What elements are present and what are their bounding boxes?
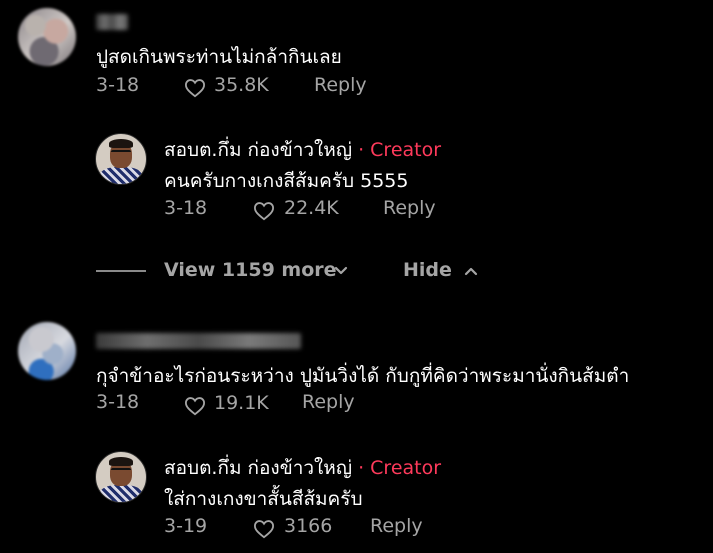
reply-button[interactable]: Reply — [383, 197, 436, 219]
heart-outline-icon[interactable] — [184, 78, 206, 98]
heart-outline-icon[interactable] — [253, 519, 275, 539]
view-more-replies-button[interactable]: View 1159 more — [164, 259, 337, 281]
comment-text: ปูสดเกินพระท่านไม่กล้ากินเลย — [96, 46, 342, 68]
creator-name-line: สอบต.กึ่ม ก่องข้าวใหญ่ · Creator — [164, 135, 441, 165]
creator-name-line: สอบต.กึ่ม ก่องข้าวใหญ่ · Creator — [164, 453, 441, 483]
view-more-label: View 1159 more — [164, 259, 337, 281]
hide-label: Hide — [403, 259, 452, 281]
like-count: 35.8K — [214, 74, 269, 96]
comment-text: กุจำข้าอะไรก่อนระหว่าง ปูมันวิ่งได้ กับก… — [96, 365, 630, 387]
heart-outline-icon[interactable] — [253, 201, 275, 221]
creator-username[interactable]: สอบต.กึ่ม ก่องข้าวใหญ่ — [164, 457, 352, 479]
hide-replies-button[interactable]: Hide — [403, 259, 452, 281]
creator-avatar[interactable] — [95, 133, 147, 185]
heart-outline-icon[interactable] — [184, 396, 206, 416]
reply-text: คนครับกางเกงสีส้มครับ 5555 — [164, 170, 409, 192]
commenter-username-redacted[interactable] — [96, 333, 301, 349]
commenter-avatar[interactable] — [18, 322, 76, 380]
reply-text: ใส่กางเกงขาสั้นสีส้มครับ — [164, 488, 363, 510]
chevron-up-icon[interactable] — [463, 264, 479, 278]
reply-button[interactable]: Reply — [370, 515, 423, 537]
creator-avatar[interactable] — [95, 451, 147, 503]
commenter-avatar[interactable] — [18, 8, 76, 66]
reply-date: 3-18 — [164, 197, 208, 219]
comment-date: 3-18 — [96, 74, 140, 96]
like-count: 19.1K — [214, 392, 269, 414]
creator-username[interactable]: สอบต.กึ่ม ก่องข้าวใหญ่ — [164, 139, 352, 161]
reply-button[interactable]: Reply — [302, 391, 355, 413]
creator-badge: · Creator — [358, 139, 442, 161]
reply-date: 3-19 — [164, 515, 208, 537]
reply-like-count: 22.4K — [284, 197, 339, 219]
comment-date: 3-18 — [96, 391, 140, 413]
creator-badge: · Creator — [358, 457, 442, 479]
commenter-username-redacted[interactable] — [96, 14, 128, 30]
reply-like-count: 3166 — [284, 515, 333, 537]
thread-divider-line — [96, 270, 146, 272]
chevron-down-icon[interactable] — [333, 264, 349, 278]
reply-button[interactable]: Reply — [314, 74, 367, 96]
